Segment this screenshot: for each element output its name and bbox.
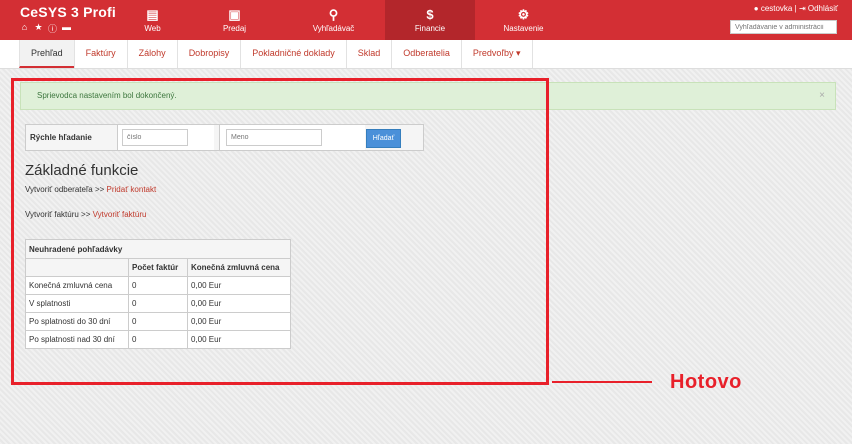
chat-icon[interactable]: ▬	[62, 22, 71, 35]
tab-predvolby[interactable]: Predvoľby ▾	[460, 40, 533, 68]
user-box: ● cestovka | ⇥ Odhlásiť	[754, 4, 838, 13]
nav-web[interactable]: ▤ Web	[118, 0, 187, 40]
nav-nastavenie[interactable]: ⚙ Nastavenie	[475, 0, 572, 40]
annotation-label: Hotovo	[670, 371, 742, 393]
annotation-line	[552, 381, 652, 383]
brand-title[interactable]: CeSYS 3 Profi	[20, 4, 116, 20]
tab-pokladnicne-doklady[interactable]: Pokladničné doklady	[240, 40, 346, 68]
dollar-icon: $	[426, 6, 434, 22]
web-icon: ▤	[146, 6, 159, 22]
nav-predaj-label: Predaj	[222, 23, 247, 33]
tab-sklad[interactable]: Sklad	[345, 40, 392, 68]
star-icon[interactable]: ★	[34, 22, 43, 35]
nav-vyhladavac-label: Vyhľadávač	[312, 23, 355, 33]
brand-icons: ⌂ ★ ⓘ ▬	[20, 22, 71, 35]
sub-nav: Prehľad Faktúry Zálohy Dobropisy Pokladn…	[0, 40, 852, 69]
gear-icon: ⚙	[517, 6, 530, 22]
user-name[interactable]: cestovka	[761, 4, 793, 13]
nav-nastavenie-label: Nastavenie	[503, 23, 544, 33]
info-icon[interactable]: ⓘ	[48, 22, 57, 35]
search-icon: ⚲	[328, 6, 339, 22]
nav-financie-label: Financie	[414, 23, 446, 33]
tab-prehlad[interactable]: Prehľad	[19, 40, 74, 68]
logout-link[interactable]: Odhlásiť	[808, 4, 838, 13]
tab-faktury[interactable]: Faktúry	[73, 40, 127, 68]
home-icon[interactable]: ⌂	[20, 22, 29, 35]
nav-predaj[interactable]: ▣ Predaj	[187, 0, 282, 40]
tab-odberatelia[interactable]: Odberatelia	[391, 40, 461, 68]
tab-dobropisy[interactable]: Dobropisy	[176, 40, 241, 68]
annotation-box	[11, 78, 549, 385]
admin-search-input[interactable]	[730, 20, 837, 34]
user-separator: |	[794, 4, 797, 13]
nav-financie[interactable]: $ Financie	[385, 0, 475, 40]
top-bar: CeSYS 3 Profi ⌂ ★ ⓘ ▬ ▤ Web ▣ Predaj ⚲ V…	[0, 0, 852, 40]
briefcase-icon: ▣	[228, 6, 241, 22]
tab-zalohy[interactable]: Zálohy	[126, 40, 177, 68]
close-icon[interactable]: ×	[819, 83, 825, 109]
nav-web-label: Web	[144, 23, 161, 33]
user-icon: ●	[753, 4, 759, 13]
main-nav: ▤ Web ▣ Predaj ⚲ Vyhľadávač $ Financie ⚙…	[118, 0, 572, 40]
nav-vyhladavac[interactable]: ⚲ Vyhľadávač	[282, 0, 385, 40]
logout-icon: ⇥	[798, 4, 806, 13]
